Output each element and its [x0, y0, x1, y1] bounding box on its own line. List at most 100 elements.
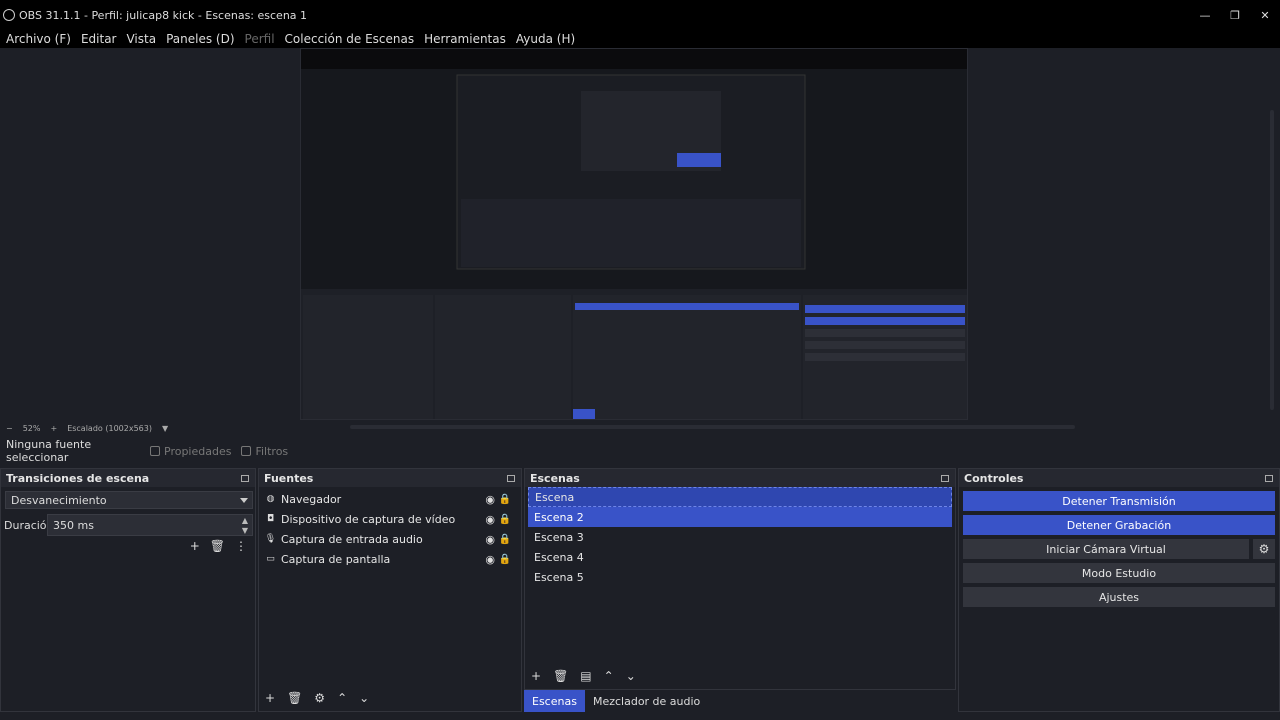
- filter-icon: [241, 446, 252, 456]
- spin-up-icon[interactable]: ▲: [242, 516, 248, 525]
- dock-body: Desvanecimiento Duración 350 ms ▲ ▼ + 🗑 …: [1, 487, 255, 711]
- eye-icon[interactable]: ◉: [485, 553, 495, 566]
- trash-icon[interactable]: 🗑: [287, 691, 302, 705]
- source-tools: + 🗑 ⚙ ⌃ ⌄: [265, 691, 369, 705]
- menu-vista[interactable]: Vista: [126, 32, 156, 46]
- menu-paneles[interactable]: Paneles (D): [166, 32, 234, 46]
- chevron-down-icon[interactable]: ▼: [162, 424, 168, 433]
- transition-tools: + 🗑 ⋮: [190, 539, 247, 553]
- eye-icon[interactable]: ◉: [485, 493, 495, 506]
- menu-herramientas[interactable]: Herramientas: [424, 32, 506, 46]
- scenes-dock: Escenas Escena Escena 2 Escena 3 Escena …: [524, 468, 956, 690]
- filters-label: Filtros: [255, 444, 289, 458]
- scene-tools: + 🗑 ▤ ⌃ ⌄: [531, 669, 636, 683]
- chevron-down-icon: [240, 498, 248, 503]
- spin-down-icon[interactable]: ▼: [242, 526, 248, 535]
- transition-select[interactable]: Desvanecimiento: [5, 491, 253, 509]
- minimize-icon[interactable]: —: [1190, 0, 1220, 30]
- bottom-tabs: Escenas Mezclador de audio: [524, 690, 708, 712]
- gear-icon[interactable]: ⚙: [1253, 539, 1275, 559]
- scene-item[interactable]: Escena 5: [528, 567, 952, 587]
- scale-mode-dropdown[interactable]: Escalado (1002x563): [67, 424, 152, 433]
- properties-button[interactable]: Propiedades: [150, 445, 231, 458]
- trash-icon[interactable]: 🗑: [553, 669, 568, 683]
- dock-header: Controles: [959, 469, 1279, 487]
- obs-logo-icon: [3, 9, 15, 21]
- move-down-icon[interactable]: ⌄: [359, 691, 369, 705]
- source-label: Captura de entrada audio: [281, 532, 423, 546]
- lock-icon[interactable]: 🔒: [499, 494, 511, 505]
- scene-item[interactable]: Escena 4: [528, 547, 952, 567]
- undock-icon[interactable]: [1265, 474, 1273, 482]
- stop-stream-button[interactable]: Detener Transmisión: [963, 491, 1275, 511]
- source-toolbar: Ninguna fuente seleccionar Propiedades F…: [0, 438, 1280, 464]
- gear-icon[interactable]: ⚙: [314, 691, 325, 705]
- list-item[interactable]: ◍ Navegador ◉ 🔒: [259, 489, 521, 509]
- list-item[interactable]: ◘ Dispositivo de captura de vídeo ◉ 🔒: [259, 509, 521, 529]
- dock-header: Fuentes: [259, 469, 521, 487]
- zoom-in-button[interactable]: +: [50, 424, 57, 433]
- zoom-out-button[interactable]: −: [6, 424, 13, 433]
- trash-icon[interactable]: 🗑: [210, 539, 225, 553]
- add-icon[interactable]: +: [531, 669, 541, 683]
- menu-coleccion[interactable]: Colección de Escenas: [285, 32, 415, 46]
- undock-icon[interactable]: [241, 474, 249, 482]
- menu-bar: Archivo (F) Editar Vista Paneles (D) Per…: [0, 30, 1280, 48]
- move-down-icon[interactable]: ⌄: [626, 669, 636, 683]
- transition-selected: Desvanecimiento: [11, 493, 107, 507]
- duration-value: 350 ms: [53, 518, 94, 532]
- virtual-cam-button[interactable]: Iniciar Cámara Virtual: [963, 539, 1249, 559]
- tab-escenas[interactable]: Escenas: [524, 690, 585, 712]
- dock-header: Escenas: [525, 469, 955, 487]
- menu-ayuda[interactable]: Ayuda (H): [516, 32, 575, 46]
- filters-button[interactable]: Filtros: [241, 445, 288, 458]
- zoom-level: 52%: [22, 423, 41, 433]
- dock-body: Detener Transmisión Detener Grabación In…: [959, 487, 1279, 711]
- add-icon[interactable]: +: [265, 691, 275, 705]
- filter-icon[interactable]: ▤: [580, 669, 591, 683]
- no-source-label: Ninguna fuente seleccionar: [6, 438, 92, 464]
- menu-perfil[interactable]: Perfil: [245, 32, 275, 46]
- dock-title: Escenas: [530, 471, 580, 485]
- preview-vertical-scrollbar[interactable]: [1270, 110, 1274, 410]
- undock-icon[interactable]: [941, 474, 949, 482]
- list-item[interactable]: ▭ Captura de pantalla ◉ 🔒: [259, 549, 521, 569]
- scene-item-editing[interactable]: Escena: [528, 487, 952, 507]
- globe-icon: ◍: [266, 494, 275, 504]
- scene-item[interactable]: Escena 3: [528, 527, 952, 547]
- dock-title: Transiciones de escena: [6, 471, 150, 485]
- gear-icon: [150, 446, 160, 456]
- list-item[interactable]: 🎙 Captura de entrada audio ◉ 🔒: [259, 529, 521, 549]
- duration-input[interactable]: 350 ms ▲ ▼: [47, 514, 253, 536]
- menu-editar[interactable]: Editar: [81, 32, 117, 46]
- move-up-icon[interactable]: ⌃: [604, 669, 614, 683]
- move-up-icon[interactable]: ⌃: [337, 691, 347, 705]
- camera-icon: ◘: [266, 514, 275, 524]
- eye-icon[interactable]: ◉: [485, 513, 495, 526]
- dock-title: Controles: [964, 471, 1024, 485]
- studio-mode-button[interactable]: Modo Estudio: [963, 563, 1275, 583]
- more-icon[interactable]: ⋮: [235, 539, 247, 553]
- window-controls: — ❐ ✕: [1190, 0, 1280, 30]
- virtual-cam-row: Iniciar Cámara Virtual ⚙: [963, 539, 1275, 559]
- lock-icon[interactable]: 🔒: [499, 554, 511, 565]
- add-icon[interactable]: +: [190, 539, 200, 553]
- dock-title: Fuentes: [264, 471, 314, 485]
- eye-icon[interactable]: ◉: [485, 533, 495, 546]
- stop-record-button[interactable]: Detener Grabación: [963, 515, 1275, 535]
- scene-item-selected[interactable]: Escena 2: [528, 507, 952, 527]
- dock-body: ◍ Navegador ◉ 🔒 ◘ Dispositivo de captura…: [259, 487, 521, 711]
- maximize-icon[interactable]: ❐: [1220, 0, 1250, 30]
- menu-archivo[interactable]: Archivo (F): [6, 32, 71, 46]
- lock-icon[interactable]: 🔒: [499, 534, 511, 545]
- window-title: OBS 31.1.1 - Perfil: julicap8 kick - Esc…: [19, 8, 308, 22]
- preview-canvas[interactable]: [300, 48, 968, 420]
- settings-button[interactable]: Ajustes: [963, 587, 1275, 607]
- undock-icon[interactable]: [507, 474, 515, 482]
- source-label: Navegador: [281, 492, 342, 506]
- lock-icon[interactable]: 🔒: [499, 514, 511, 525]
- tab-mezclador[interactable]: Mezclador de audio: [585, 690, 708, 712]
- sources-dock: Fuentes ◍ Navegador ◉ 🔒 ◘ Dispositivo de…: [258, 468, 522, 712]
- transitions-dock: Transiciones de escena Desvanecimiento D…: [0, 468, 256, 712]
- close-icon[interactable]: ✕: [1250, 0, 1280, 30]
